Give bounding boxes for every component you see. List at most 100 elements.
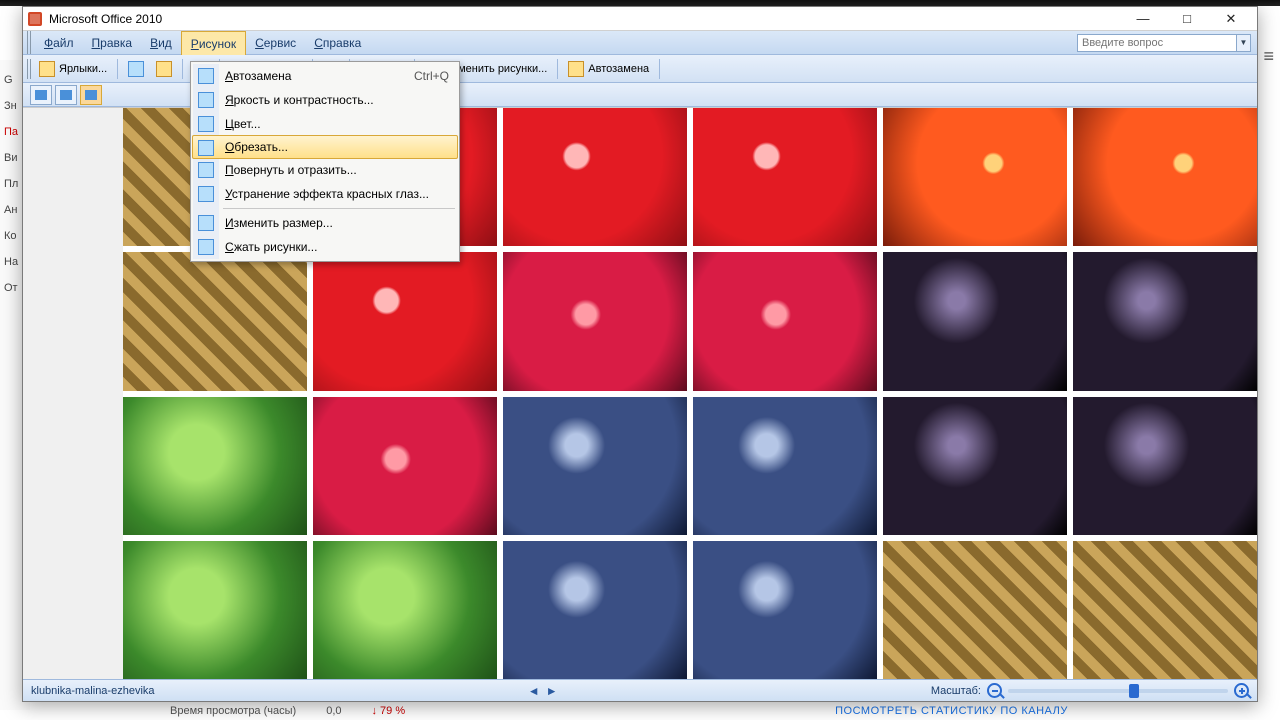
menu-item-label: Сжать рисунки... [225, 240, 317, 254]
menu-item-icon [198, 239, 214, 255]
toolbar-separator [182, 59, 183, 79]
zoom-out-button[interactable] [987, 683, 1002, 698]
image-tile [313, 252, 497, 390]
image-tile [693, 397, 877, 535]
save-button[interactable] [123, 58, 149, 80]
shortcuts-button[interactable]: Ярлыки... [34, 58, 112, 80]
image-tile [1073, 108, 1257, 246]
menu-item-icon [198, 162, 214, 178]
menu-item-icon [198, 186, 214, 202]
menu-item-label: Цвет... [225, 117, 261, 131]
toolbar-separator [659, 59, 660, 79]
dropdown-separator [223, 208, 455, 209]
menu-рисунок[interactable]: Рисунок [181, 31, 246, 55]
toolbar-separator [557, 59, 558, 79]
image-tile [883, 397, 1067, 535]
zoom-slider[interactable] [1008, 689, 1228, 693]
minimize-button[interactable]: — [1121, 8, 1165, 30]
image-tile [693, 252, 877, 390]
menu-item-icon [198, 215, 214, 231]
hamburger-icon[interactable]: ≡ [1263, 46, 1274, 67]
menu-item-icon [198, 116, 214, 132]
bg-stats-link[interactable]: ПОСМОТРЕТЬ СТАТИСТИКУ ПО КАНАЛУ [835, 705, 1068, 717]
app-window: Microsoft Office 2010 — □ ✕ ФайлПравкаВи… [22, 6, 1258, 702]
autoreplace-label: Автозамена [588, 63, 649, 75]
bg-metric-value: 0,0 [326, 705, 341, 717]
image-tile [883, 541, 1067, 679]
zoom-label: Масштаб: [931, 685, 981, 697]
picture-menu-dropdown: Автозамена Ctrl+Q Яркость и контрастность.… [190, 61, 460, 262]
image-tile [123, 252, 307, 390]
toolbar-grip[interactable] [27, 59, 32, 79]
menu-item[interactable]: Яркость и контрастность... [193, 88, 457, 112]
menu-item-icon [198, 68, 214, 84]
maximize-button[interactable]: □ [1165, 8, 1209, 30]
menu-item-icon [198, 92, 214, 108]
help-question-box: ▼ [1077, 31, 1253, 54]
menu-сервис[interactable]: Сервис [246, 31, 305, 54]
image-tile [883, 108, 1067, 246]
image-tile [503, 252, 687, 390]
menu-bar: ФайлПравкаВидРисунокСервисСправка ▼ [23, 31, 1257, 55]
menu-item-label: Устранение эффекта красных глаз... [225, 187, 429, 201]
next-image-button[interactable]: ► [546, 684, 558, 698]
menu-item[interactable]: Обрезать... [192, 135, 458, 159]
menu-item[interactable]: Устранение эффекта красных глаз... [193, 182, 457, 206]
view-filmstrip-button[interactable] [55, 85, 77, 105]
shortcuts-icon [39, 61, 55, 77]
menu-item-label: Обрезать... [225, 140, 288, 154]
menu-вид[interactable]: Вид [141, 31, 181, 54]
autoreplace-icon [568, 61, 584, 77]
close-button[interactable]: ✕ [1209, 8, 1253, 30]
filename-label: klubnika-malina-ezhevika [31, 685, 155, 697]
image-tile [693, 541, 877, 679]
bg-metric-label: Время просмотра (часы) [170, 705, 296, 717]
menu-файл[interactable]: Файл [35, 31, 83, 54]
image-tile [1073, 397, 1257, 535]
title-bar[interactable]: Microsoft Office 2010 — □ ✕ [23, 7, 1257, 31]
question-input[interactable] [1077, 34, 1237, 52]
menu-item[interactable]: Сжать рисунки... [193, 235, 457, 259]
menu-справка[interactable]: Справка [305, 31, 370, 54]
shortcuts-label: Ярлыки... [59, 63, 107, 75]
window-title: Microsoft Office 2010 [49, 12, 162, 26]
image-tile [503, 108, 687, 246]
image-tile [693, 108, 877, 246]
zoom-slider-knob[interactable] [1129, 684, 1139, 698]
toolbar-separator [117, 59, 118, 79]
save-icon [128, 61, 144, 77]
view-thumbnails-button[interactable] [30, 85, 52, 105]
image-tile [1073, 541, 1257, 679]
menu-item-label: Автозамена [225, 69, 291, 83]
image-tile [503, 541, 687, 679]
view-single-button[interactable] [80, 85, 102, 105]
image-tile [123, 397, 307, 535]
menu-item-icon [198, 140, 214, 156]
menu-item[interactable]: Изменить размер... [193, 211, 457, 235]
toolbar-grip[interactable] [27, 31, 33, 54]
menu-item-label: Повернуть и отразить... [225, 163, 357, 177]
edit-pictures-label: Изменить рисунки... [445, 63, 547, 75]
zoom-controls: Масштаб: [931, 683, 1249, 698]
prev-image-button[interactable]: ◄ [528, 684, 540, 698]
image-tile [313, 397, 497, 535]
menu-item[interactable]: Автозамена Ctrl+Q [193, 64, 457, 88]
image-tile [503, 397, 687, 535]
background-bottom-bar: Время просмотра (часы) 0,0 ↓ 79 % ПОСМОТ… [170, 702, 1068, 720]
image-tile [883, 252, 1067, 390]
image-tile [1073, 252, 1257, 390]
autoreplace-button[interactable]: Автозамена [563, 58, 654, 80]
zoom-in-button[interactable] [1234, 683, 1249, 698]
status-bar: klubnika-malina-ezhevika ◄ ► Масштаб: [23, 679, 1257, 701]
image-tile [313, 541, 497, 679]
menu-item[interactable]: Цвет... [193, 112, 457, 136]
menu-item[interactable]: Повернуть и отразить... [193, 158, 457, 182]
app-icon [27, 11, 43, 27]
mail-button[interactable] [151, 58, 177, 80]
menu-item-label: Изменить размер... [225, 216, 333, 230]
question-dropdown-icon[interactable]: ▼ [1237, 34, 1251, 52]
menu-правка[interactable]: Правка [83, 31, 142, 54]
image-tile [123, 541, 307, 679]
menu-item-shortcut: Ctrl+Q [414, 69, 449, 83]
bg-metric-delta: ↓ 79 % [372, 705, 406, 717]
